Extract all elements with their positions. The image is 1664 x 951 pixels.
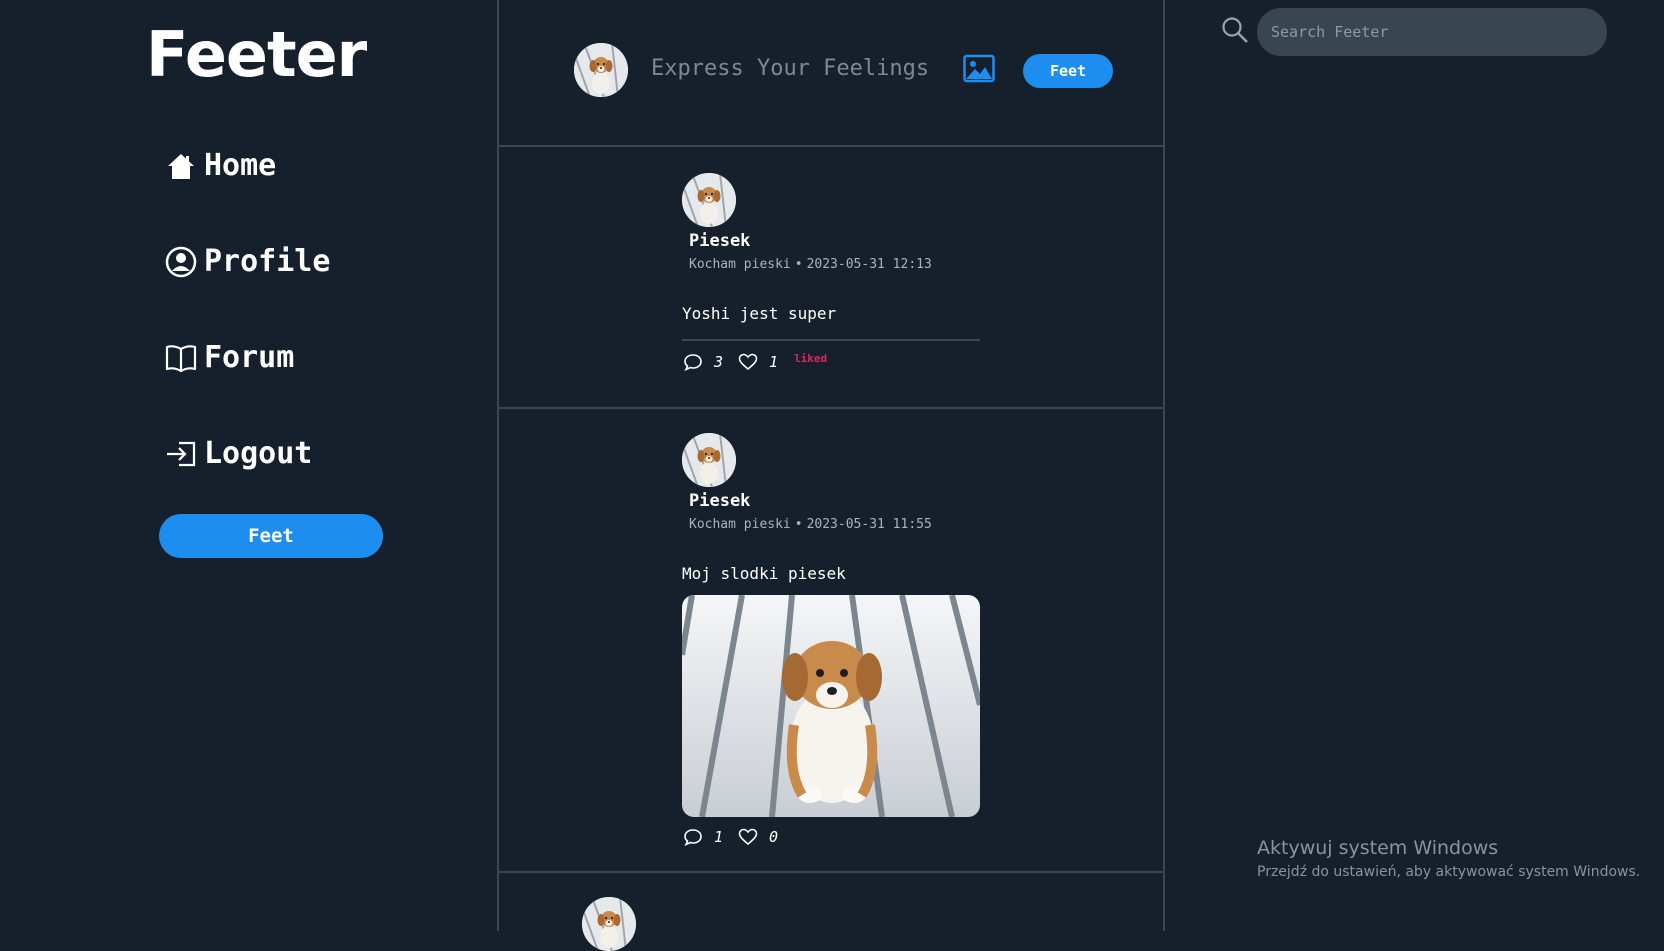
compose-input[interactable] (649, 50, 953, 86)
sidebar-item-home[interactable]: Home (164, 148, 276, 183)
sidebar: Feeter Home Profile Forum Logout Feet (0, 0, 498, 931)
composer: Feet (499, 0, 1163, 147)
post-timestamp: 2023-05-31 12:13 (806, 257, 932, 272)
heart-icon[interactable] (737, 827, 759, 847)
meta-separator: • (794, 517, 803, 532)
comment-icon[interactable] (682, 352, 704, 372)
like-count: 1 (769, 353, 779, 371)
post-text: Moj slodki piesek (682, 564, 846, 583)
sidebar-item-label: Forum (204, 340, 295, 375)
windows-activation-subtitle: Przejdź do ustawień, aby aktywować syste… (1257, 864, 1641, 880)
sidebar-item-logout[interactable]: Logout (164, 436, 312, 471)
post-handle: Kocham pieski (689, 257, 791, 272)
sidebar-item-forum[interactable]: Forum (164, 340, 294, 375)
meta-separator: • (794, 257, 803, 272)
post-author[interactable]: Piesek (689, 231, 750, 251)
heart-icon[interactable] (737, 352, 759, 372)
search-input[interactable] (1257, 8, 1607, 56)
post-text: Yoshi jest super (682, 304, 837, 323)
comment-count: 3 (714, 353, 724, 371)
windows-activation-title: Aktywuj system Windows (1257, 837, 1499, 859)
comment-icon[interactable] (682, 827, 704, 847)
sidebar-item-profile[interactable]: Profile (164, 244, 330, 279)
post (499, 871, 1163, 951)
post-timestamp: 2023-05-31 11:55 (806, 517, 932, 532)
avatar[interactable] (682, 173, 736, 227)
liked-badge: liked (794, 351, 828, 365)
sidebar-item-label: Profile (204, 244, 331, 279)
post-image[interactable] (682, 595, 980, 817)
like-count: 0 (769, 828, 779, 846)
logout-icon (164, 437, 198, 471)
sidebar-feet-button[interactable]: Feet (159, 514, 383, 558)
search-icon[interactable] (1221, 16, 1249, 44)
sidebar-item-label: Logout (204, 436, 313, 471)
avatar[interactable] (682, 433, 736, 487)
post-meta: Kocham pieski • 2023-05-31 11:55 (689, 517, 932, 532)
post: Piesek Kocham pieski • 2023-05-31 12:13 Yo… (499, 145, 1163, 409)
app-logo[interactable]: Feeter (146, 18, 367, 91)
post: Piesek Kocham pieski • 2023-05-31 11:55 Mo… (499, 407, 1163, 873)
image-icon[interactable] (963, 54, 995, 84)
feed-column: Feet Piesek Kocham pieski•2023-05-31 12:… (497, 0, 1165, 951)
post-actions: 3 1 liked (682, 352, 827, 372)
post-meta: Kocham pieski • 2023-05-31 12:13 (689, 257, 932, 272)
post-handle: Kocham pieski (689, 517, 791, 532)
avatar[interactable] (582, 897, 636, 951)
book-open-icon (164, 341, 198, 375)
post-actions: 1 0 (682, 827, 792, 847)
comment-count: 1 (714, 828, 724, 846)
user-circle-icon (164, 245, 198, 279)
post-author[interactable]: Piesek (689, 491, 750, 511)
post-divider (682, 339, 980, 341)
home-icon (164, 149, 198, 183)
sidebar-item-label: Home (204, 148, 277, 183)
avatar[interactable] (574, 43, 628, 97)
compose-feet-button[interactable]: Feet (1023, 54, 1113, 88)
